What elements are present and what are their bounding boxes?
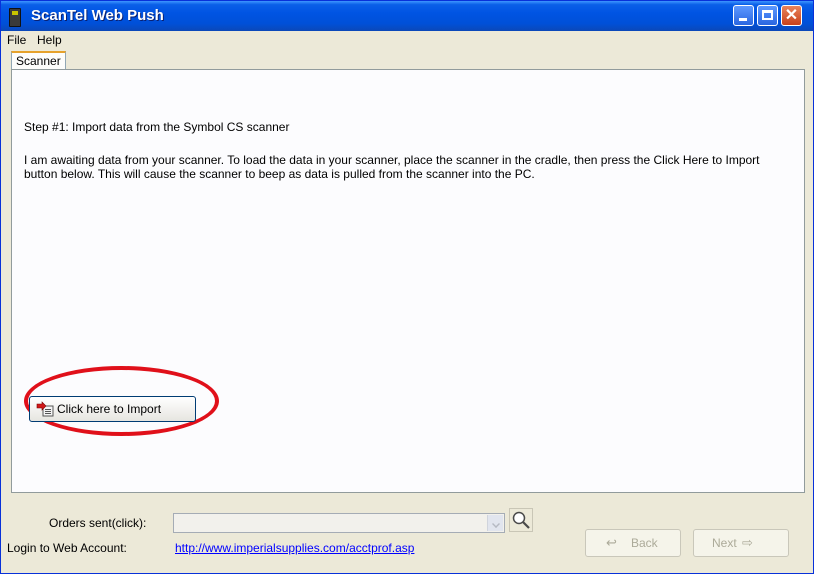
close-icon: ✕ bbox=[784, 7, 799, 24]
orders-sent-dropdown[interactable] bbox=[173, 513, 505, 533]
window-title: ScanTel Web Push bbox=[31, 7, 164, 24]
next-button-label: Next bbox=[712, 536, 737, 550]
search-button[interactable] bbox=[509, 508, 533, 532]
next-button[interactable]: Next ⇨ bbox=[693, 529, 789, 557]
import-button[interactable]: Click here to Import bbox=[29, 396, 196, 422]
minimize-button[interactable] bbox=[733, 5, 754, 26]
footer-area: Orders sent(click): Login to Web Account… bbox=[1, 493, 813, 573]
menu-file[interactable]: File bbox=[7, 33, 26, 47]
maximize-button[interactable] bbox=[757, 5, 778, 26]
menu-bar: File Help bbox=[1, 31, 813, 50]
login-label: Login to Web Account: bbox=[7, 541, 127, 555]
orders-sent-label: Orders sent(click): bbox=[49, 516, 147, 530]
back-arrow-icon: ↩ bbox=[606, 535, 617, 550]
import-icon bbox=[36, 401, 54, 417]
maximize-icon bbox=[762, 10, 773, 20]
search-icon bbox=[512, 511, 530, 529]
back-button-label: Back bbox=[631, 536, 658, 550]
login-link[interactable]: http://www.imperialsupplies.com/acctprof… bbox=[175, 541, 414, 555]
menu-help[interactable]: Help bbox=[37, 33, 62, 47]
title-bar[interactable]: ScanTel Web Push ✕ bbox=[1, 1, 813, 31]
app-icon bbox=[9, 8, 21, 27]
step-title: Step #1: Import data from the Symbol CS … bbox=[24, 120, 290, 134]
chevron-down-icon[interactable] bbox=[487, 515, 503, 531]
back-button[interactable]: ↩ Back bbox=[585, 529, 681, 557]
tab-strip: Scanner bbox=[1, 50, 813, 70]
minimize-icon bbox=[739, 18, 747, 21]
instructions-text: I am awaiting data from your scanner. To… bbox=[24, 153, 760, 181]
import-button-label: Click here to Import bbox=[57, 402, 162, 416]
scanner-panel: Step #1: Import data from the Symbol CS … bbox=[11, 69, 805, 493]
close-button[interactable]: ✕ bbox=[781, 5, 802, 26]
next-arrow-icon: ⇨ bbox=[742, 535, 753, 550]
app-window: ScanTel Web Push ✕ File Help Scanner Ste… bbox=[0, 0, 814, 574]
tab-scanner[interactable]: Scanner bbox=[11, 51, 66, 70]
